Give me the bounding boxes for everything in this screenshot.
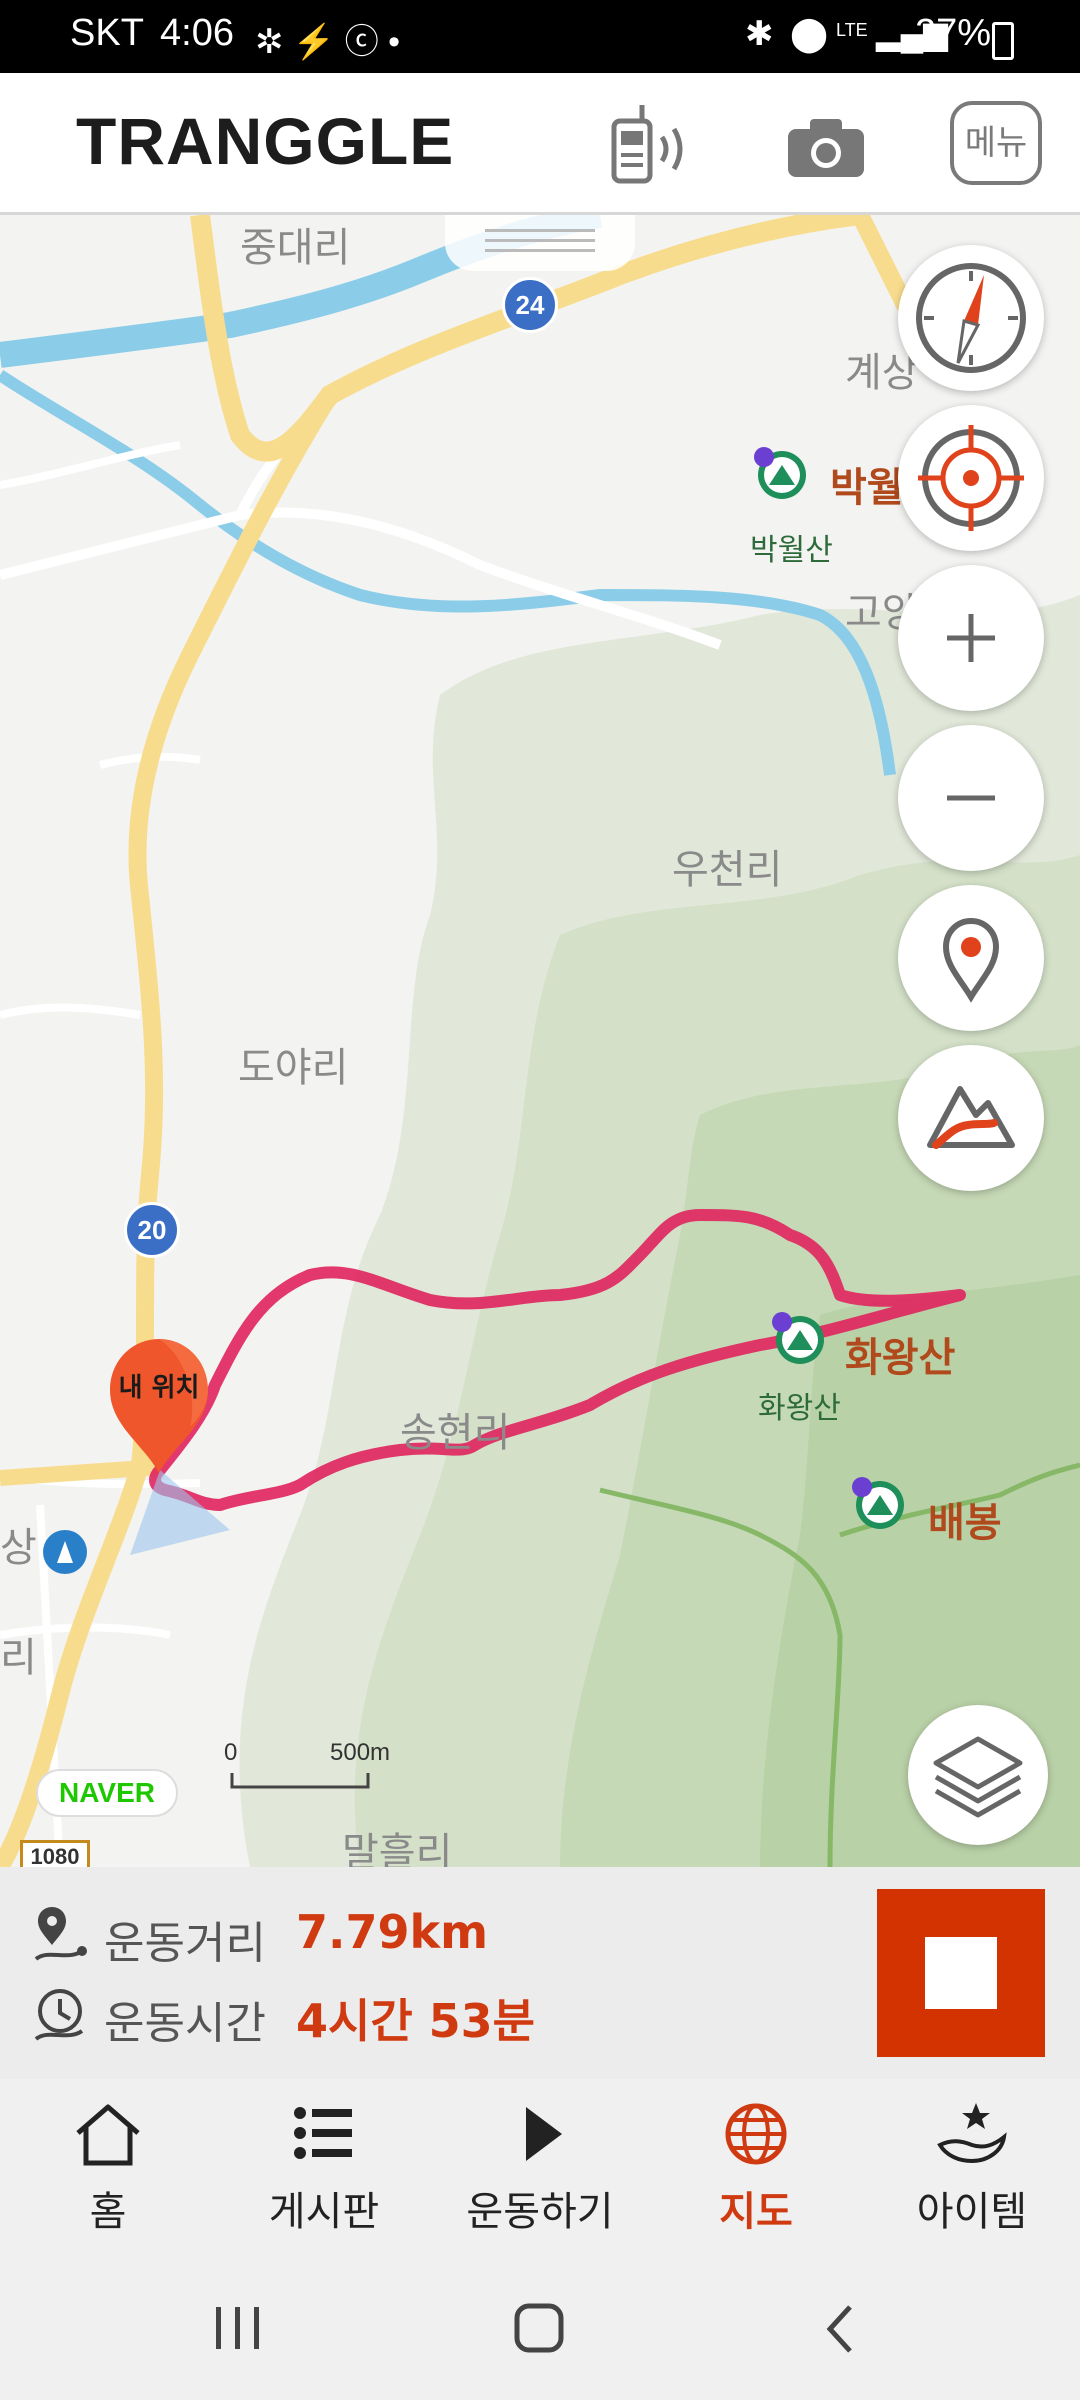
battery-percent: 27% [915, 12, 992, 54]
zoom-in-button[interactable] [898, 565, 1044, 711]
location-pin-button[interactable] [898, 885, 1044, 1031]
scale-distance: 500m [330, 1739, 391, 1766]
compass-button[interactable] [898, 245, 1044, 391]
distance-value: 7.79km [296, 1905, 489, 1959]
road-number: 24 [515, 290, 545, 320]
mountain-label: 박월 [830, 465, 904, 511]
nav-home[interactable]: 홈 [0, 2079, 216, 2257]
back-icon[interactable] [820, 2301, 860, 2357]
nav-label: 홈 [89, 2189, 127, 2235]
item-icon [937, 2103, 1007, 2164]
place-label: 송현리 [400, 1410, 511, 1456]
scale-zero: 0 [224, 1739, 238, 1766]
compass-icon [916, 263, 1026, 373]
stop-icon [925, 1937, 997, 2009]
status-time: 4:06 [160, 12, 234, 54]
map-drag-handle[interactable] [445, 215, 635, 271]
mountain-marker[interactable] [770, 1310, 826, 1366]
globe-icon [725, 2103, 787, 2165]
nav-items[interactable]: 아이템 [864, 2079, 1080, 2257]
camera-icon[interactable] [786, 115, 866, 179]
app-logo: TRANGGLE [76, 104, 455, 178]
distance-label: 운동거리 [104, 1918, 266, 1969]
workout-stats-panel: 운동거리 7.79km 운동시간 4시간 53분 [0, 1867, 1080, 2081]
place-label: 말흘리 [342, 1830, 453, 1867]
network-type: LTE [836, 20, 868, 40]
stop-workout-button[interactable] [877, 1889, 1045, 2057]
road-number-badge: 20 [124, 1202, 180, 1258]
play-icon [526, 2107, 562, 2161]
walkie-talkie-icon[interactable] [606, 103, 716, 185]
target-icon [918, 425, 1024, 531]
distance-icon [34, 1907, 87, 1961]
elevation-button[interactable] [898, 1045, 1044, 1191]
place-label: 우천리 [672, 847, 783, 893]
naver-logo: NAVER [36, 1769, 178, 1817]
mountain-marker[interactable] [752, 445, 808, 501]
notification-icons: ✲ ⚡ ⓒ • [255, 23, 401, 61]
road-number: 20 [137, 1215, 167, 1245]
place-label: 도야리 [238, 1045, 349, 1091]
zoom-in-icon [947, 614, 995, 662]
place-label: 중대리 [240, 225, 351, 271]
bottom-navigation: 홈 게시판 운동하기 지도 아이템 [0, 2079, 1080, 2257]
route-number-badge: 1080 [20, 1840, 90, 1867]
mountain-small-label: 화왕산 [758, 1391, 841, 1426]
nav-map[interactable]: 지도 [648, 2079, 864, 2257]
app-header: TRANGGLE 메뉴 [0, 73, 1080, 215]
mountain-label: 화왕산 [845, 1335, 956, 1381]
trailhead-marker[interactable] [40, 1527, 90, 1577]
time-label: 운동시간 [104, 1998, 266, 2049]
nav-label: 지도 [719, 2189, 793, 2235]
location-status-icon: ⬤ [790, 15, 829, 53]
nav-workout[interactable]: 운동하기 [432, 2079, 648, 2257]
mountain-label: 배봉 [928, 1500, 1002, 1546]
layers-button[interactable] [908, 1705, 1048, 1845]
zoom-out-icon [947, 795, 995, 801]
nav-label: 게시판 [268, 2189, 380, 2235]
road-number-badge: 24 [502, 277, 558, 333]
home-icon [76, 2104, 140, 2166]
map-view[interactable]: 중대리 계상 고앙 우천리 도야리 송현리 말흘리 상 리 24 20 1080… [0, 215, 1080, 1867]
nav-label: 아이템 [916, 2189, 1028, 2235]
time-value: 4시간 53분 [296, 1994, 535, 2048]
status-bar: SKT 4:06 ✲ ⚡ ⓒ • ✱ ⬤ LTE ▂▄▆ 27% [0, 0, 1080, 73]
my-location-label: 내 위치 [118, 1373, 200, 1403]
mountain-small-label: 박월산 [750, 533, 833, 568]
carrier: SKT [70, 12, 144, 54]
elevation-profile-icon [927, 1086, 1015, 1149]
list-icon [294, 2107, 352, 2159]
battery-icon [992, 22, 1014, 60]
home-button-icon[interactable] [512, 2301, 568, 2357]
menu-button[interactable]: 메뉴 [950, 101, 1042, 185]
location-pin-icon [942, 917, 1000, 1003]
layers-icon [933, 1736, 1023, 1818]
my-location-pin[interactable]: 내 위치 [104, 1335, 214, 1475]
bluetooth-icon: ✱ [745, 15, 774, 53]
my-location-button[interactable] [898, 405, 1044, 551]
nav-label: 운동하기 [466, 2189, 614, 2235]
mountain-marker[interactable] [850, 1475, 906, 1531]
system-navigation-bar [0, 2257, 1080, 2400]
nav-board[interactable]: 게시판 [216, 2079, 432, 2257]
place-label: 리 [0, 1635, 37, 1681]
recent-apps-icon[interactable] [210, 2303, 266, 2353]
place-label: 상 [0, 1525, 37, 1571]
zoom-out-button[interactable] [898, 725, 1044, 871]
clock-icon [34, 1989, 84, 2041]
